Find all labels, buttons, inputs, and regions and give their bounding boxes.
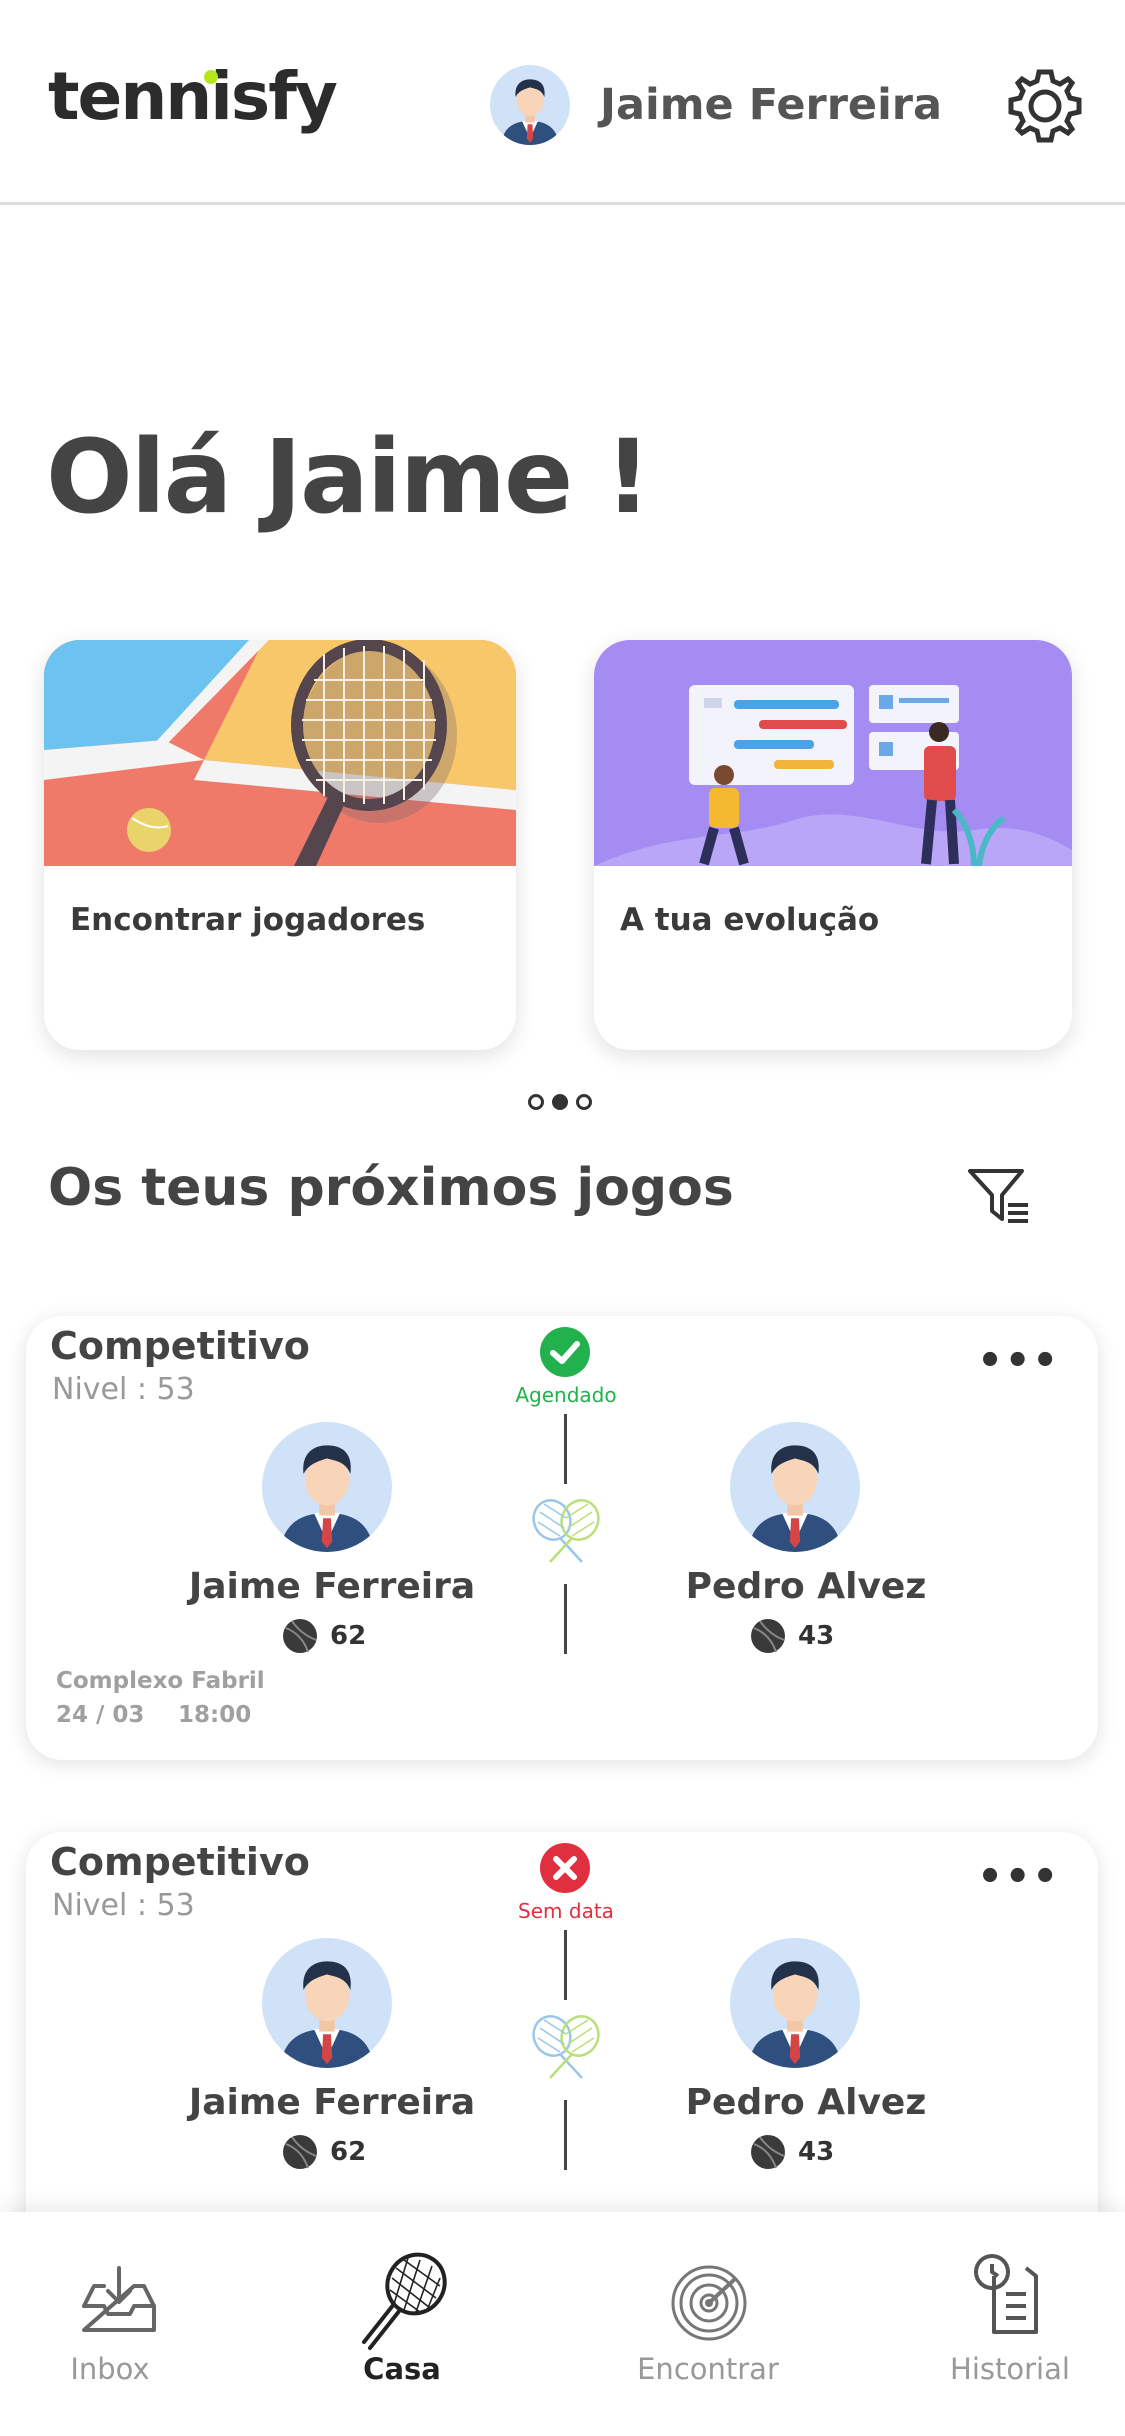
history-icon — [974, 2254, 1038, 2334]
divider — [564, 1414, 567, 1484]
match-card[interactable]: Competitivo Nivel : 53 ••• Sem data Jaim… — [26, 1832, 1098, 2276]
radar-icon — [671, 2265, 747, 2341]
match-date: 24 / 03 — [56, 1702, 145, 1728]
tennis-racket-icon — [362, 2252, 447, 2350]
logo-dot — [204, 70, 218, 84]
nav-item-historial[interactable]: Historial — [900, 2212, 1120, 2436]
match-type: Competitivo — [50, 1840, 310, 1884]
x-circle-icon — [540, 1843, 590, 1893]
nav-label-casa: Casa — [363, 2352, 441, 2386]
carousel-dot[interactable] — [576, 1094, 592, 1110]
upcoming-games-title: Os teus próximos jogos — [48, 1158, 734, 1218]
tennis-ball-icon — [750, 2134, 786, 2170]
divider — [564, 1930, 567, 2000]
nav-label-inbox: Inbox — [70, 2352, 150, 2386]
divider — [564, 1584, 567, 1654]
player1-score-value: 62 — [330, 2137, 367, 2167]
more-options-icon[interactable]: ••• — [977, 1854, 1060, 1900]
evolution-dashboard-illustration — [594, 640, 1072, 866]
inbox-icon — [82, 2266, 156, 2332]
player1-avatar[interactable] — [262, 1938, 392, 2068]
bottom-navigation: Inbox Casa Encontrar Historial — [0, 2212, 1125, 2436]
settings-gear-icon[interactable] — [1005, 66, 1085, 146]
user-avatar[interactable] — [490, 65, 570, 145]
player2-score-value: 43 — [798, 2137, 835, 2167]
player2-score: 43 — [750, 2134, 834, 2170]
player2-avatar[interactable] — [730, 1422, 860, 1552]
match-venue: Complexo Fabril — [56, 1668, 265, 1694]
match-card[interactable]: Competitivo Nivel : 53 ••• Agendado Jaim… — [26, 1316, 1098, 1760]
match-status: Sem data — [518, 1899, 614, 1923]
tennis-ball-icon — [282, 2134, 318, 2170]
carousel-dots[interactable] — [528, 1094, 592, 1110]
player1-score: 62 — [282, 1618, 366, 1654]
player2-score-value: 43 — [798, 1621, 835, 1651]
check-circle-icon — [540, 1327, 590, 1377]
greeting-title: Olá Jaime ! — [46, 418, 651, 537]
match-time: 18:00 — [178, 1702, 252, 1728]
match-level: Nivel : 53 — [52, 1372, 195, 1407]
tennis-racket-illustration — [44, 640, 516, 866]
app-logo: tennisfy — [48, 58, 338, 135]
player1-name: Jaime Ferreira — [188, 2082, 476, 2123]
tennis-ball-icon — [282, 1618, 318, 1654]
nav-item-inbox[interactable]: Inbox — [0, 2212, 220, 2436]
find-players-label: Encontrar jogadores — [70, 902, 426, 938]
divider — [564, 2100, 567, 2170]
player2-name: Pedro Alvez — [685, 2082, 927, 2123]
nav-item-casa[interactable]: Casa — [292, 2212, 512, 2436]
crossed-rackets-icon — [524, 1496, 608, 1566]
player1-score: 62 — [282, 2134, 366, 2170]
player2-avatar[interactable] — [730, 1938, 860, 2068]
player2-score: 43 — [750, 1618, 834, 1654]
match-status: Agendado — [515, 1383, 617, 1407]
evolution-label: A tua evolução — [620, 902, 880, 938]
evolution-card[interactable]: A tua evolução — [594, 640, 1072, 1050]
crossed-rackets-icon — [524, 2012, 608, 2082]
player1-score-value: 62 — [330, 1621, 367, 1651]
find-players-card[interactable]: Encontrar jogadores — [44, 640, 516, 1050]
header-user-name[interactable]: Jaime Ferreira — [600, 80, 942, 130]
player1-avatar[interactable] — [262, 1422, 392, 1552]
nav-label-historial: Historial — [950, 2352, 1070, 2386]
nav-item-encontrar[interactable]: Encontrar — [598, 2212, 818, 2436]
nav-label-encontrar: Encontrar — [637, 2352, 779, 2386]
app-header: tennisfy Jaime Ferreira — [0, 0, 1125, 205]
match-level: Nivel : 53 — [52, 1888, 195, 1923]
carousel-dot-active[interactable] — [552, 1094, 568, 1110]
more-options-icon[interactable]: ••• — [977, 1338, 1060, 1384]
player1-name: Jaime Ferreira — [188, 1566, 476, 1607]
tennis-ball-icon — [750, 1618, 786, 1654]
filter-icon[interactable] — [966, 1163, 1032, 1229]
match-type: Competitivo — [50, 1324, 310, 1368]
player2-name: Pedro Alvez — [685, 1566, 927, 1607]
carousel-dot[interactable] — [528, 1094, 544, 1110]
